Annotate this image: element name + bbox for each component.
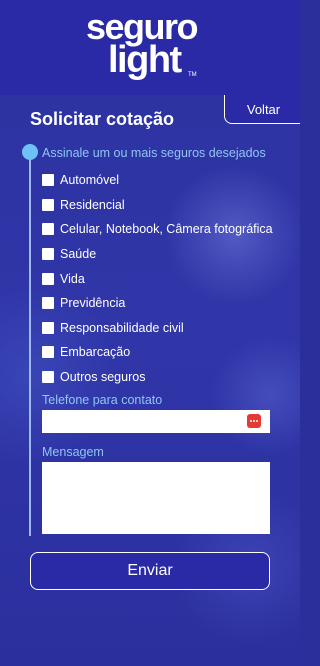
back-button[interactable]: Voltar bbox=[224, 95, 300, 124]
checkbox[interactable] bbox=[42, 174, 54, 187]
checkbox[interactable] bbox=[42, 272, 54, 285]
checkbox[interactable] bbox=[42, 248, 54, 261]
option-label: Residencial bbox=[60, 197, 125, 212]
quote-page: seguro light TM Solicitar cotação Voltar… bbox=[0, 0, 300, 666]
phone-label: Telefone para contato bbox=[42, 393, 163, 407]
option-eletronicos[interactable]: Celular, Notebook, Câmera fotográfica bbox=[42, 217, 282, 242]
option-label: Automóvel bbox=[60, 173, 120, 188]
phone-input[interactable] bbox=[42, 410, 270, 433]
checkbox[interactable] bbox=[42, 297, 54, 310]
option-outros-seguros[interactable]: Outros seguros bbox=[42, 365, 282, 390]
insurance-prompt-label: Assinale um ou mais seguros desejados bbox=[42, 146, 266, 160]
option-saude[interactable]: Saúde bbox=[42, 242, 282, 267]
option-residencial[interactable]: Residencial bbox=[42, 193, 282, 218]
checkbox[interactable] bbox=[42, 223, 54, 236]
autofill-icon[interactable] bbox=[247, 414, 261, 428]
insurance-options-list: Automóvel Residencial Celular, Notebook,… bbox=[42, 168, 282, 389]
header: seguro light TM bbox=[0, 0, 300, 95]
option-previdencia[interactable]: Previdência bbox=[42, 291, 282, 316]
option-label: Responsabilidade civil bbox=[60, 320, 184, 335]
logo-text-light: light bbox=[108, 39, 182, 81]
option-vida[interactable]: Vida bbox=[42, 266, 282, 291]
option-embarcacao[interactable]: Embarcação bbox=[42, 340, 282, 365]
checkbox[interactable] bbox=[42, 371, 54, 384]
timeline-dot bbox=[22, 144, 38, 160]
checkbox[interactable] bbox=[42, 198, 54, 211]
option-automovel[interactable]: Automóvel bbox=[42, 168, 282, 193]
checkbox[interactable] bbox=[42, 321, 54, 334]
option-label: Previdência bbox=[60, 296, 126, 311]
brand-logo: seguro light TM bbox=[82, 8, 222, 90]
option-label: Saúde bbox=[60, 247, 97, 262]
submit-button[interactable]: Enviar bbox=[30, 552, 270, 590]
message-label: Mensagem bbox=[42, 445, 104, 459]
page-title: Solicitar cotação bbox=[30, 109, 175, 129]
message-input[interactable] bbox=[42, 462, 270, 534]
option-responsabilidade-civil[interactable]: Responsabilidade civil bbox=[42, 316, 282, 341]
option-label: Vida bbox=[60, 271, 85, 286]
timeline-line bbox=[29, 152, 31, 536]
checkbox[interactable] bbox=[42, 346, 54, 359]
option-label: Celular, Notebook, Câmera fotográfica bbox=[60, 222, 273, 237]
option-label: Embarcação bbox=[60, 345, 131, 360]
logo-trademark: TM bbox=[188, 72, 197, 78]
option-label: Outros seguros bbox=[60, 370, 146, 385]
